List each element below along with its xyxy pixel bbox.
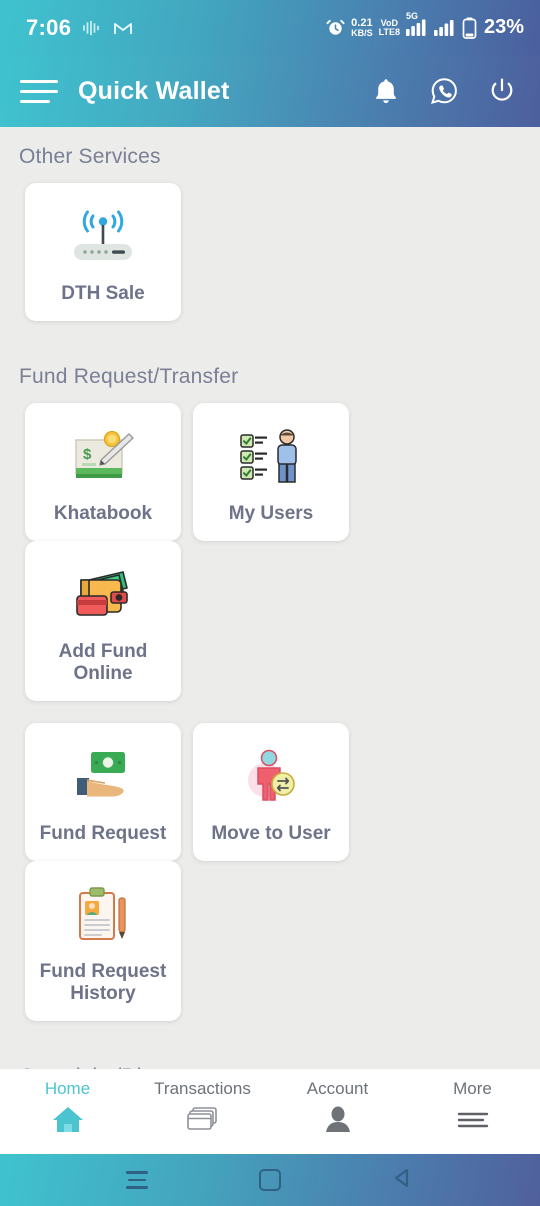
data-rate-unit: KB/S (351, 27, 373, 38)
nav-gap (0, 1145, 540, 1154)
grid-cell: DTH Sale (19, 183, 187, 322)
network-type-label: 5G (405, 11, 418, 21)
person-transfer-coin-icon (235, 741, 307, 813)
menu-lines-icon (125, 1171, 148, 1189)
grid-cell: Fund Request (19, 723, 187, 862)
data-rate-value: 0.21 (351, 16, 373, 29)
alarm-icon (326, 18, 345, 37)
grid-cell: Fund Request History (19, 861, 187, 1022)
card-fund-request-history[interactable]: Fund Request History (25, 861, 181, 1022)
hamburger-menu-icon[interactable] (16, 68, 62, 114)
grid-cell: My Users (187, 403, 355, 542)
tab-label: More (453, 1079, 492, 1098)
status-bar-right: 0.21 KB/S VoD LTE8 5G 23% (326, 11, 524, 39)
volte-indicator: VoD LTE8 (378, 18, 400, 37)
signal-bars-icon: 5G (405, 11, 428, 36)
data-rate-indicator: 0.21 KB/S (351, 16, 373, 38)
person-account-icon (323, 1103, 353, 1135)
card-label: Fund Request (39, 823, 167, 845)
status-bar-left: 7:06 (26, 15, 133, 41)
grid-cell: Move to User (187, 723, 355, 862)
home-icon (51, 1103, 85, 1135)
volte-bottom: LTE8 (378, 26, 400, 37)
dth-router-antenna-icon (66, 201, 140, 273)
tab-label: Transactions (154, 1079, 251, 1098)
home-button[interactable] (250, 1160, 290, 1200)
audio-waveform-icon (82, 20, 102, 36)
cards-stack-icon (186, 1103, 220, 1135)
card-khatabook[interactable]: $ Khatabook (25, 403, 181, 542)
card-my-users[interactable]: My Users (193, 403, 349, 542)
tab-label: Account (306, 1079, 369, 1098)
more-lines-icon (456, 1103, 490, 1135)
app-root: 7:06 0.21 KB/S VoD LTE8 5G 23% Quick Wal… (0, 0, 540, 1206)
clipboard-pen-icon (67, 879, 139, 951)
app-bar-actions (370, 75, 518, 107)
main-content: Other Services DTH Sale Fund Request/Tra… (0, 127, 540, 1069)
wallet-cash-card-icon (67, 559, 139, 631)
android-navigation-bar (0, 1154, 540, 1206)
tab-label: Home (44, 1079, 91, 1098)
recent-apps-button[interactable] (117, 1160, 157, 1200)
tab-account[interactable]: Account (270, 1069, 405, 1145)
card-label: My Users (228, 503, 314, 525)
card-label: Add Fund Online (58, 641, 148, 685)
hand-money-icon (67, 741, 139, 813)
back-button[interactable] (383, 1160, 423, 1200)
status-bar-clock: 7:06 (26, 14, 72, 40)
card-label: Khatabook (53, 503, 153, 525)
section-title-other-services: Other Services (19, 145, 161, 168)
card-label: Move to User (211, 823, 331, 845)
card-move-to-user[interactable]: Move to User (193, 723, 349, 862)
tab-more[interactable]: More (405, 1069, 540, 1145)
card-label: DTH Sale (61, 283, 145, 304)
square-icon (258, 1169, 281, 1191)
status-bar: 7:06 0.21 KB/S VoD LTE8 5G 23% (0, 0, 540, 55)
bottom-tab-bar: Home Transactions Account More (0, 1069, 540, 1145)
gmail-icon (113, 20, 133, 36)
grid-other-services: DTH Sale (0, 183, 540, 322)
checklist-person-icon (235, 421, 307, 493)
battery-percent-label: 23% (483, 16, 524, 38)
grid-cell: Add Fund Online (19, 541, 187, 702)
section-title-fund-request-transfer: Fund Request/Transfer (19, 365, 239, 389)
whatsapp-icon[interactable] (428, 75, 460, 107)
tab-transactions[interactable]: Transactions (135, 1069, 270, 1145)
battery-icon (462, 17, 477, 39)
svg-text:$: $ (83, 446, 92, 463)
card-label: Fund Request History (39, 961, 167, 1005)
app-bar: Quick Wallet (0, 55, 540, 127)
tab-home[interactable]: Home (0, 1069, 135, 1145)
triangle-back-icon (391, 1166, 415, 1195)
card-add-fund-online[interactable]: Add Fund Online (25, 541, 181, 702)
signal-bars-icon (433, 19, 456, 36)
card-fund-request[interactable]: Fund Request (25, 723, 181, 862)
cheque-ledger-pen-icon: $ (67, 421, 139, 493)
grid-fund-request-transfer: $ Khatabook My Users Add Fund Online Fun… (0, 403, 540, 1022)
card-dth-sale[interactable]: DTH Sale (25, 183, 181, 322)
power-logout-icon[interactable] (486, 75, 518, 107)
grid-cell: $ Khatabook (19, 403, 187, 542)
notifications-bell-icon[interactable] (370, 75, 402, 107)
section-title-complaint-dispute: Complaint/Dispute (0, 1047, 540, 1069)
page-title: Quick Wallet (78, 76, 230, 105)
